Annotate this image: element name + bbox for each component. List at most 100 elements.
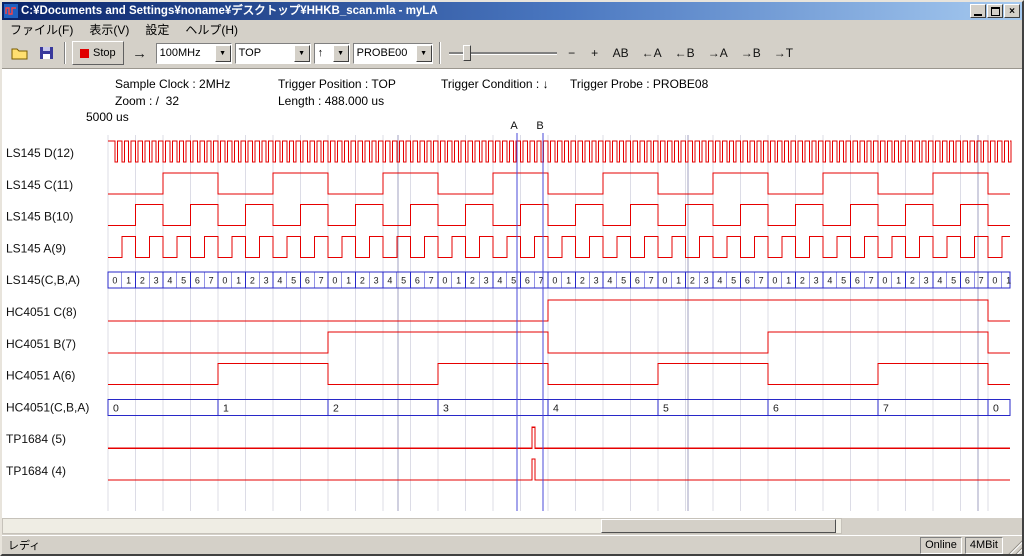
- app-icon: [4, 4, 18, 18]
- channel-label: HC4051(C,B,A): [6, 400, 89, 414]
- status-bar: レディ Online 4MBit: [2, 535, 1022, 554]
- svg-text:0: 0: [112, 276, 117, 286]
- svg-text:1: 1: [236, 276, 241, 286]
- cursor-label: B: [536, 120, 543, 132]
- svg-text:4: 4: [497, 276, 502, 286]
- svg-text:6: 6: [745, 276, 750, 286]
- wave: [108, 205, 1010, 226]
- svg-text:6: 6: [525, 276, 530, 286]
- stop-button[interactable]: Stop: [72, 41, 124, 65]
- svg-text:0: 0: [332, 276, 337, 286]
- menu-help[interactable]: ヘルプ(H): [177, 20, 246, 39]
- stop-icon: [80, 49, 89, 58]
- svg-text:1: 1: [676, 276, 681, 286]
- channel-label: LS145(C,B,A): [6, 273, 80, 287]
- menu-bar: ファイル(F) 表示(V) 設定 ヘルプ(H): [2, 20, 1022, 38]
- goto-a-left-button[interactable]: ←A: [637, 41, 667, 65]
- wave: [108, 236, 1010, 257]
- svg-text:1: 1: [456, 276, 461, 286]
- menu-file[interactable]: ファイル(F): [2, 20, 81, 39]
- channel-ls145-b-10: LS145 B(10): [6, 205, 1010, 226]
- run-button[interactable]: →: [127, 41, 153, 65]
- channel-hc4051-c-8: HC4051 C(8): [6, 300, 1010, 321]
- svg-text:7: 7: [869, 276, 874, 286]
- close-icon: ×: [1009, 6, 1015, 17]
- svg-text:6: 6: [965, 276, 970, 286]
- trigger-position-value: TOP: [236, 47, 294, 59]
- svg-text:7: 7: [319, 276, 324, 286]
- zoom-out-button[interactable]: −: [562, 41, 582, 65]
- svg-text:0: 0: [882, 276, 887, 286]
- waveform-client-area: Sample Clock : 2MHz Trigger Position : T…: [2, 68, 1022, 518]
- minimize-icon: [974, 14, 982, 16]
- svg-text:3: 3: [814, 276, 819, 286]
- sample-rate-combo[interactable]: 100MHz ▼: [156, 43, 232, 64]
- zoom-slider[interactable]: [447, 42, 559, 64]
- channel-label: LS145 C(11): [6, 178, 73, 192]
- svg-text:0: 0: [442, 276, 447, 286]
- probe-combo[interactable]: PROBE00 ▼: [353, 43, 433, 64]
- wave: [108, 332, 1010, 353]
- goto-b-right-button[interactable]: →B: [736, 41, 766, 65]
- cursor-label: A: [510, 120, 518, 132]
- horizontal-scrollbar[interactable]: [2, 518, 842, 534]
- svg-text:3: 3: [264, 276, 269, 286]
- svg-text:5: 5: [621, 276, 626, 286]
- app-window: C:¥Documents and Settings¥noname¥デスクトップ¥…: [0, 0, 1024, 556]
- toolbar-separator: [64, 42, 66, 64]
- svg-text:2: 2: [910, 276, 915, 286]
- chevron-down-icon[interactable]: ▼: [294, 45, 310, 62]
- svg-text:5: 5: [511, 276, 516, 286]
- goto-trigger-button[interactable]: →T: [769, 41, 798, 65]
- goto-a-right-button[interactable]: →A: [703, 41, 733, 65]
- svg-text:7: 7: [429, 276, 434, 286]
- open-file-button[interactable]: [7, 41, 31, 65]
- svg-text:2: 2: [690, 276, 695, 286]
- scrollbar-thumb[interactable]: [601, 519, 836, 533]
- svg-text:1: 1: [126, 276, 131, 286]
- chevron-down-icon[interactable]: ▼: [333, 45, 349, 62]
- ab-button[interactable]: AB: [608, 41, 634, 65]
- svg-text:6: 6: [305, 276, 310, 286]
- resize-grip[interactable]: [1006, 538, 1022, 554]
- cursor-a[interactable]: A: [510, 120, 518, 511]
- close-button[interactable]: ×: [1004, 4, 1020, 18]
- chevron-down-icon[interactable]: ▼: [416, 45, 432, 62]
- wave: [108, 141, 1011, 162]
- title-bar: C:¥Documents and Settings¥noname¥デスクトップ¥…: [2, 2, 1022, 20]
- menu-settings[interactable]: 設定: [137, 20, 177, 39]
- svg-text:4: 4: [277, 276, 282, 286]
- svg-text:7: 7: [883, 402, 889, 414]
- zoom-slider-handle[interactable]: [463, 45, 471, 61]
- trigger-edge-combo[interactable]: ↑ ▼: [314, 43, 350, 64]
- svg-text:2: 2: [800, 276, 805, 286]
- maximize-button[interactable]: [987, 4, 1003, 18]
- svg-text:0: 0: [222, 276, 227, 286]
- chevron-down-icon[interactable]: ▼: [215, 45, 231, 62]
- svg-text:5: 5: [951, 276, 956, 286]
- cursor-b[interactable]: B: [536, 120, 543, 511]
- length-info: Length : 488.000 us: [278, 94, 384, 108]
- window-controls: ×: [970, 4, 1020, 18]
- run-arrow-icon: →: [132, 45, 147, 62]
- zoom-info: Zoom : / 32: [115, 94, 179, 108]
- minimize-button[interactable]: [970, 4, 986, 18]
- trigger-position-combo[interactable]: TOP ▼: [235, 43, 311, 64]
- svg-text:4: 4: [387, 276, 392, 286]
- svg-text:4: 4: [167, 276, 172, 286]
- zoom-in-button[interactable]: +: [585, 41, 605, 65]
- svg-text:5: 5: [663, 402, 669, 414]
- channel-hc4051-c-b-a: HC4051(C,B,A)012345670: [6, 399, 1010, 415]
- save-button[interactable]: [34, 41, 58, 65]
- svg-text:6: 6: [635, 276, 640, 286]
- svg-text:3: 3: [374, 276, 379, 286]
- goto-b-left-button[interactable]: ←B: [670, 41, 700, 65]
- svg-text:3: 3: [704, 276, 709, 286]
- waveform-area[interactable]: LS145 D(12)LS145 C(11)LS145 B(10)LS145 A…: [2, 119, 1018, 519]
- window-title: C:¥Documents and Settings¥noname¥デスクトップ¥…: [21, 2, 967, 20]
- menu-view[interactable]: 表示(V): [81, 20, 137, 39]
- svg-text:2: 2: [250, 276, 255, 286]
- svg-text:4: 4: [937, 276, 942, 286]
- svg-text:7: 7: [979, 276, 984, 286]
- svg-text:2: 2: [140, 276, 145, 286]
